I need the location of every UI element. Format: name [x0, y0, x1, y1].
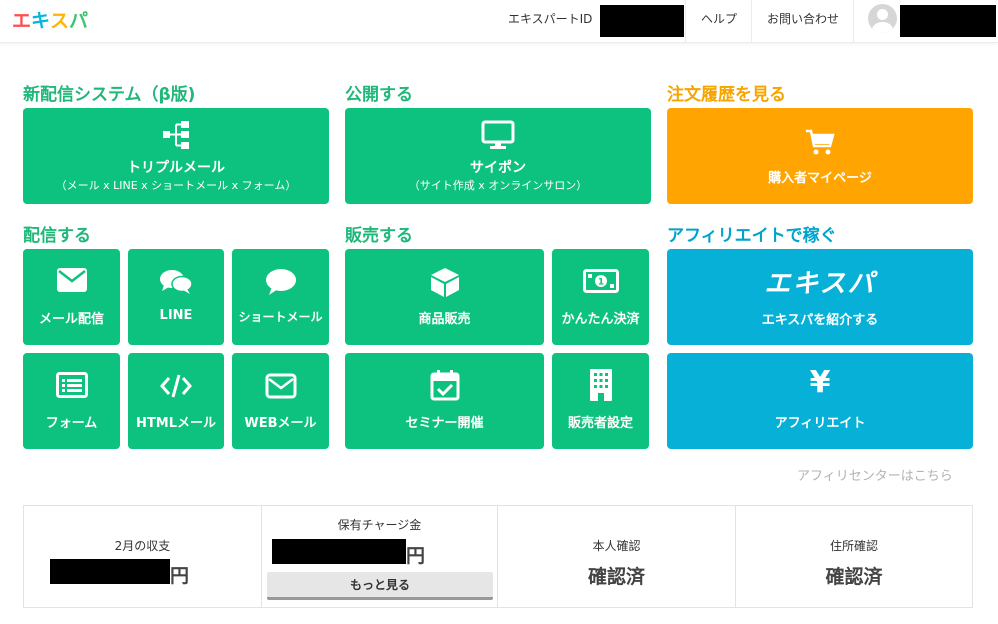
identity-label: 本人確認: [592, 539, 641, 553]
envelope-outline-icon: [232, 373, 329, 399]
triple-mail-label: トリプルメール: [127, 160, 225, 176]
section-title-triple: 新配信システム（β版): [23, 85, 196, 105]
top-header: エキスパ エキスパートID ヘルプ お問い合わせ: [0, 0, 998, 43]
monthly-income-label: 2月の収支: [114, 539, 171, 553]
building-icon: [552, 368, 649, 402]
introduce-label: エキスパを紹介する: [761, 313, 879, 328]
short-mail-label: ショートメール: [238, 310, 323, 324]
list-form-icon: [23, 372, 120, 398]
saipon-label: サイポン: [470, 160, 526, 176]
mail-delivery-label: メール配信: [38, 312, 104, 327]
header-divider: [751, 0, 752, 43]
yen-icon: ¥: [809, 365, 831, 400]
identity-cell: 本人確認 確認済: [498, 506, 736, 607]
product-sale-label: 商品販売: [418, 312, 471, 327]
user-name-redacted: [900, 5, 996, 37]
monthly-income-yen: 円: [170, 565, 190, 587]
buyer-page-label: 購入者マイページ: [768, 171, 872, 186]
calendar-check-icon: [345, 369, 544, 401]
html-mail-label: HTMLメール: [136, 416, 216, 431]
code-icon: [128, 373, 224, 399]
header-divider: [853, 0, 854, 43]
kantan-payment-tile[interactable]: 1 かんたん決済: [552, 249, 649, 345]
affiliate-tile[interactable]: ¥ アフィリエイト: [667, 353, 973, 449]
section-title-affiliate: アフィリエイトで稼ぐ: [667, 226, 837, 246]
saipon-sub: （サイト作成 x オンラインサロン）: [408, 179, 588, 192]
affiliate-label: アフィリエイト: [774, 416, 866, 431]
seller-settings-label: 販売者設定: [567, 416, 633, 431]
expert-id-redacted: [600, 5, 684, 37]
section-title-deliver: 配信する: [23, 226, 91, 246]
charge-redacted: [272, 539, 406, 564]
chat-bubbles-icon: [128, 268, 224, 296]
triple-mail-tile[interactable]: トリプルメール （メール x LINE x ショートメール x フォーム）: [23, 108, 329, 204]
web-mail-tile[interactable]: WEBメール: [232, 353, 329, 449]
monthly-income-redacted: [50, 559, 170, 584]
logo[interactable]: エキスパ: [12, 6, 88, 33]
charge-yen: 円: [406, 545, 426, 567]
charge-label: 保有チャージ金: [337, 518, 422, 532]
contact-link[interactable]: お問い合わせ: [767, 10, 839, 27]
product-sale-tile[interactable]: 商品販売: [345, 249, 544, 345]
speech-bubble-icon: [232, 268, 329, 296]
address-cell: 住所確認 確認済: [736, 506, 972, 607]
address-label: 住所確認: [829, 539, 878, 553]
logo-char-pa: パ: [69, 10, 89, 32]
html-mail-tile[interactable]: HTMLメール: [128, 353, 224, 449]
address-status: 確認済: [825, 566, 883, 588]
box-icon: [345, 266, 544, 298]
kantan-payment-label: かんたん決済: [561, 312, 640, 327]
mail-delivery-tile[interactable]: メール配信: [23, 249, 120, 345]
seminar-label: セミナー開催: [405, 416, 484, 431]
affiliate-center-link[interactable]: アフィリセンターはこちら: [797, 465, 953, 484]
monthly-income-cell: 2月の収支 円: [24, 506, 262, 607]
section-title-publish: 公開する: [345, 85, 413, 105]
ekispa-logo-text: エキスパ: [764, 269, 876, 299]
logo-char-su: ス: [50, 10, 70, 32]
form-tile[interactable]: フォーム: [23, 353, 120, 449]
triple-mail-sub: （メール x LINE x ショートメール x フォーム）: [55, 179, 297, 192]
identity-status: 確認済: [587, 566, 645, 588]
line-tile[interactable]: LINE: [128, 249, 224, 345]
more-button[interactable]: もっと見る: [267, 572, 493, 600]
cart-icon: [667, 128, 973, 156]
monitor-icon: [345, 120, 651, 150]
section-title-orders: 注文履歴を見る: [667, 85, 786, 105]
logo-char-ki: キ: [31, 10, 51, 32]
logo-char-e: エ: [12, 10, 32, 32]
money-icon: 1: [552, 269, 649, 293]
sitemap-icon: [23, 120, 329, 150]
introduce-tile[interactable]: エキスパ エキスパを紹介する: [667, 249, 973, 345]
svg-text:1: 1: [597, 278, 603, 288]
form-label: フォーム: [45, 416, 98, 431]
seminar-tile[interactable]: セミナー開催: [345, 353, 544, 449]
web-mail-label: WEBメール: [244, 416, 317, 431]
line-label: LINE: [159, 308, 193, 323]
envelope-icon: [23, 267, 120, 293]
charge-cell: 保有チャージ金 円 もっと見る: [262, 506, 498, 607]
avatar[interactable]: [868, 4, 897, 33]
stats-panel: 2月の収支 円 保有チャージ金 円 もっと見る 本人確認 確認済 住所確認 確認…: [23, 505, 973, 608]
saipon-tile[interactable]: サイポン （サイト作成 x オンラインサロン）: [345, 108, 651, 204]
header-divider: [685, 0, 686, 43]
short-mail-tile[interactable]: ショートメール: [232, 249, 329, 345]
help-link[interactable]: ヘルプ: [701, 10, 737, 27]
seller-settings-tile[interactable]: 販売者設定: [552, 353, 649, 449]
section-title-sell: 販売する: [345, 226, 413, 246]
buyer-page-tile[interactable]: 購入者マイページ: [667, 108, 973, 204]
expert-id-label: エキスパートID: [508, 12, 593, 26]
